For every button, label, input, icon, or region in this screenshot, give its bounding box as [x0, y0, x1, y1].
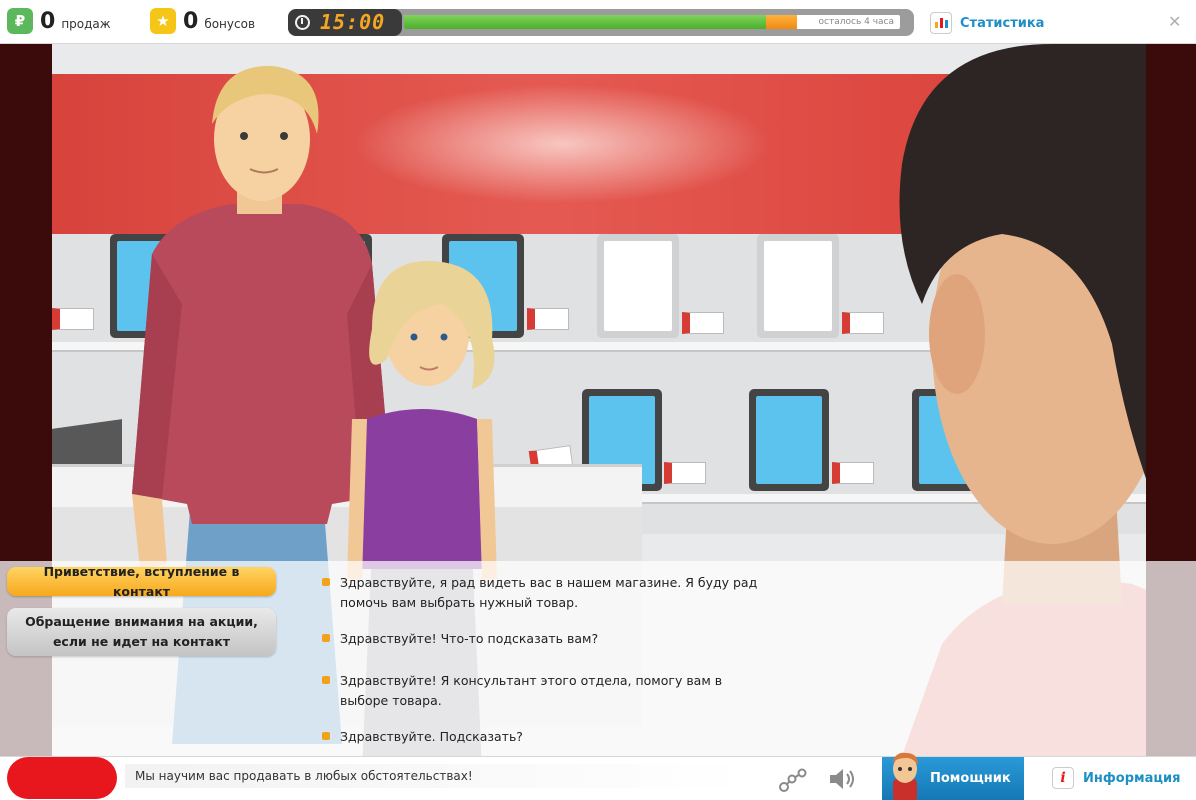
helper-button[interactable]: Помощник	[882, 752, 1024, 800]
clock-display: 15:00	[288, 9, 402, 36]
bonus-count: 0	[183, 8, 199, 34]
bar-chart-icon	[930, 12, 952, 34]
banner-glow	[352, 84, 772, 204]
statistics-link[interactable]: Статистика	[930, 12, 1044, 34]
reply-option-text: Здравствуйте, я рад видеть вас в нашем м…	[340, 575, 758, 610]
bullet-icon	[322, 732, 330, 740]
price-tag	[52, 308, 94, 330]
reply-option[interactable]: Здравствуйте! Что-то подсказать вам?	[322, 629, 762, 649]
clock-icon	[295, 15, 310, 30]
statistics-label: Статистика	[960, 15, 1045, 31]
progress-current-hour	[766, 15, 798, 29]
time-progress: 15:00 осталось 4 часа	[288, 9, 914, 36]
helper-avatar-icon	[892, 752, 918, 800]
sales-count: 0	[40, 8, 56, 34]
close-icon[interactable]: ✕	[1168, 12, 1181, 31]
information-link[interactable]: i Информация	[1052, 767, 1181, 789]
information-label: Информация	[1083, 770, 1181, 786]
category-greeting-button[interactable]: Приветствие, вступление в контакт	[7, 564, 276, 599]
sales-label: продаж	[61, 16, 111, 31]
price-tag	[664, 462, 706, 484]
reply-option-text: Здравствуйте! Что-то подсказать вам?	[340, 631, 599, 646]
reply-option-text: Здравствуйте. Подсказать?	[340, 729, 523, 744]
sales-counter: ₽ 0 продаж	[7, 8, 111, 34]
tablet-display	[597, 234, 679, 338]
bonus-counter: ★ 0 бонусов	[150, 8, 255, 34]
price-tag	[527, 308, 569, 330]
price-tag	[682, 312, 724, 334]
reply-option[interactable]: Здравствуйте. Подсказать?	[322, 727, 762, 747]
price-tag	[842, 312, 884, 334]
time-remaining-label: осталось 4 часа	[818, 17, 894, 27]
price-tag	[832, 462, 874, 484]
helper-label: Помощник	[930, 771, 1011, 786]
top-bar: ₽ 0 продаж ★ 0 бонусов 15:00 осталось 4 …	[0, 0, 1196, 44]
reply-option-text: Здравствуйте! Я консультант этого отдела…	[340, 673, 723, 708]
tablet-display	[749, 389, 829, 491]
clock-time: 15:00	[320, 10, 386, 34]
ruble-icon: ₽	[7, 8, 33, 34]
bonus-label: бонусов	[204, 16, 256, 31]
reply-option[interactable]: Здравствуйте! Я консультант этого отдела…	[322, 671, 762, 711]
tablet-display	[757, 234, 839, 338]
info-icon: i	[1052, 767, 1074, 789]
progress-track: осталось 4 часа	[404, 15, 900, 29]
progress-elapsed	[404, 15, 767, 29]
sound-icon[interactable]	[828, 768, 858, 790]
route-map-icon[interactable]	[778, 767, 808, 793]
bullet-icon	[322, 634, 330, 642]
news-ticker: Мы научим вас продавать в любых обстояте…	[125, 764, 750, 788]
reply-option[interactable]: Здравствуйте, я рад видеть вас в нашем м…	[322, 573, 762, 613]
red-action-button[interactable]	[7, 757, 117, 799]
category-promotions-button[interactable]: Обращение внимания на акции, если не иде…	[7, 608, 276, 656]
star-icon: ★	[150, 8, 176, 34]
bullet-icon	[322, 676, 330, 684]
bullet-icon	[322, 578, 330, 586]
bottom-bar: Мы научим вас продавать в любых обстояте…	[0, 752, 1196, 800]
